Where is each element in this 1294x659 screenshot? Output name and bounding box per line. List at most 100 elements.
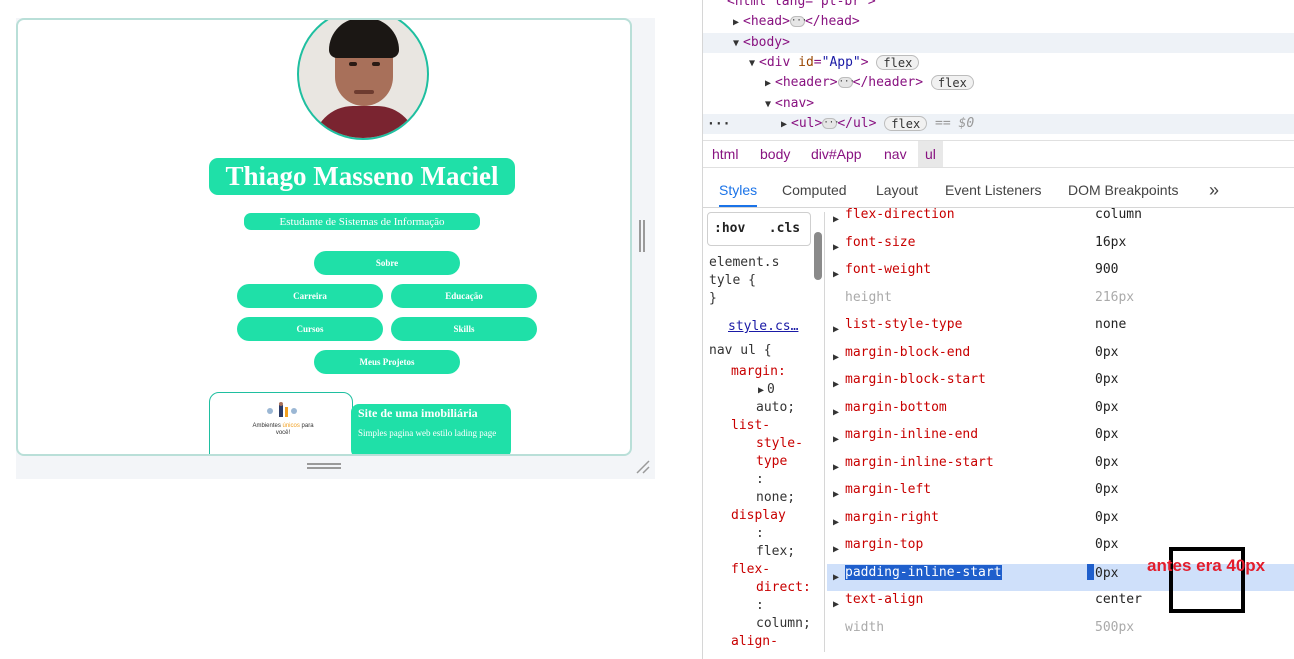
expanded-triangle-icon[interactable]: ▼ [761, 95, 775, 115]
nav-button-carreira[interactable]: Carreira [237, 284, 383, 308]
rule-line[interactable]: style- [756, 435, 803, 453]
expand-triangle-icon[interactable]: ▶ [833, 349, 839, 367]
computed-row-height[interactable]: height 216px [827, 289, 1294, 316]
expand-triangle-icon[interactable]: ▶ [833, 541, 839, 559]
computed-property-value: 0px [1095, 509, 1119, 525]
more-tabs-icon[interactable]: » [1209, 172, 1219, 207]
style-filter-toolbar: :hov .cls [707, 212, 811, 246]
tab-event-listeners[interactable]: Event Listeners [945, 172, 1042, 207]
breadcrumb-nav[interactable]: nav [884, 141, 907, 167]
div-tag: <div [759, 55, 791, 70]
photo-hair [329, 20, 399, 58]
tab-styles[interactable]: Styles [719, 172, 758, 207]
computed-row-list-style-type[interactable]: ▶ list-style-type none [827, 316, 1294, 343]
expanded-triangle-icon[interactable]: ▼ [729, 34, 743, 54]
computed-property-name: height [845, 289, 892, 305]
tab-layout[interactable]: Layout [876, 172, 918, 207]
rule-line[interactable]: column; [756, 615, 811, 633]
expand-triangle-icon[interactable]: ▶ [833, 239, 839, 257]
expand-triangle-icon[interactable]: ▶ [755, 382, 767, 400]
project-thumbnail[interactable]: Ambientes únicos para você! [209, 392, 353, 454]
rule-line[interactable]: flex- [731, 561, 770, 579]
expand-triangle-icon[interactable]: ▶ [833, 431, 839, 449]
dom-node-ul-selected[interactable]: ▶ <ul>···</ul> flex == $0 [703, 114, 1294, 134]
computed-row-width[interactable]: width 500px [827, 619, 1294, 646]
rule-line[interactable]: type [756, 453, 787, 471]
scrollbar-thumb[interactable] [814, 232, 822, 280]
breadcrumb-ul[interactable]: ul [918, 141, 943, 167]
computed-property-value: 0px [1095, 344, 1119, 360]
rule-line[interactable]: list- [731, 417, 770, 435]
nav-button-sobre[interactable]: Sobre [314, 251, 460, 275]
hov-toggle-button[interactable]: :hov [714, 221, 745, 236]
collapsed-triangle-icon[interactable]: ▶ [777, 115, 791, 135]
dom-node-header[interactable]: ▶ <header>···</header> flex [703, 73, 1294, 93]
div-attr-name: id [798, 55, 814, 70]
expand-triangle-icon[interactable]: ▶ [833, 376, 839, 394]
body-open-tag: <body> [743, 35, 790, 50]
computed-row-margin-left[interactable]: ▶ margin-left 0px [827, 481, 1294, 508]
dom-node-nav[interactable]: ▼ <nav> [703, 94, 1294, 114]
expand-triangle-icon[interactable]: ▶ [833, 569, 839, 587]
rule-line[interactable]: margin: [731, 363, 786, 381]
dom-node-div-app[interactable]: ▼ <div id="App"> flex [703, 53, 1294, 73]
rule-selector[interactable]: nav ul { [709, 342, 772, 360]
flex-badge[interactable]: flex [884, 116, 928, 131]
ellipsis-badge[interactable]: ··· [837, 77, 855, 88]
element-style-line[interactable]: element.s [709, 254, 779, 272]
resize-corner-icon[interactable] [635, 459, 651, 475]
dom-node-html[interactable]: <html lang="pt-br"> [703, 0, 1294, 12]
expand-triangle-icon[interactable]: ▶ [833, 266, 839, 284]
expand-triangle-icon[interactable]: ▶ [833, 211, 839, 229]
stylesheet-link[interactable]: style.cs… [728, 318, 798, 336]
nav-button-educacao[interactable]: Educação [391, 284, 537, 308]
breadcrumb-div-app[interactable]: div#App [811, 141, 862, 167]
expand-triangle-icon[interactable]: ▶ [833, 514, 839, 532]
computed-row-margin-right[interactable]: ▶ margin-right 0px [827, 509, 1294, 536]
ellipsis-badge[interactable]: ··· [822, 118, 840, 129]
computed-row-margin-block-end[interactable]: ▶ margin-block-end 0px [827, 344, 1294, 371]
rule-line[interactable]: ▶ 0 [755, 381, 775, 400]
expand-triangle-icon[interactable]: ▶ [833, 404, 839, 422]
viewport-width-resize-handle[interactable] [638, 220, 646, 252]
flex-badge[interactable]: flex [876, 55, 920, 70]
computed-row-margin-inline-end[interactable]: ▶ margin-inline-end 0px [827, 426, 1294, 453]
computed-row-font-size[interactable]: ▶ font-size 16px [827, 234, 1294, 261]
expand-triangle-icon[interactable]: ▶ [833, 486, 839, 504]
nav-button-skills[interactable]: Skills [391, 317, 537, 341]
rule-line[interactable]: display [731, 507, 786, 525]
rule-line[interactable]: align- [731, 633, 778, 651]
annotation-text: antes era 40px [1147, 556, 1266, 575]
computed-row-font-weight[interactable]: ▶ font-weight 900 [827, 261, 1294, 288]
expand-triangle-icon[interactable]: ▶ [833, 596, 839, 614]
rule-line[interactable]: auto; [756, 399, 795, 417]
computed-row-flex-direction[interactable]: ▶ flex-direction column [827, 206, 1294, 233]
styles-scrollbar[interactable] [811, 212, 825, 652]
ellipsis-badge[interactable]: ··· [789, 16, 807, 27]
viewport-height-resize-handle[interactable] [307, 462, 341, 470]
collapsed-triangle-icon[interactable]: ▶ [729, 13, 743, 33]
flex-badge[interactable]: flex [930, 75, 974, 90]
dom-node-head[interactable]: ▶ <head>···</head> [703, 12, 1294, 32]
computed-row-margin-block-start[interactable]: ▶ margin-block-start 0px [827, 371, 1294, 398]
breadcrumb-html[interactable]: html [712, 141, 738, 167]
more-options-icon[interactable]: ··· [707, 117, 730, 132]
rule-line[interactable]: none; [756, 489, 795, 507]
tab-dom-breakpoints[interactable]: DOM Breakpoints [1068, 172, 1178, 207]
rule-line[interactable]: direct: [756, 579, 811, 597]
expand-triangle-icon[interactable]: ▶ [833, 321, 839, 339]
cls-toggle-button[interactable]: .cls [769, 221, 800, 236]
element-style-line[interactable]: tyle { [709, 272, 756, 290]
nav-button-cursos[interactable]: Cursos [237, 317, 383, 341]
device-viewport: Thiago Masseno Maciel Estudante de Siste… [16, 18, 655, 479]
nav-button-meus-projetos[interactable]: Meus Projetos [314, 350, 460, 374]
dom-node-body[interactable]: ▼ <body> [703, 33, 1294, 53]
computed-row-margin-bottom[interactable]: ▶ margin-bottom 0px [827, 399, 1294, 426]
expand-triangle-icon[interactable]: ▶ [833, 459, 839, 477]
rule-line[interactable]: flex; [756, 543, 795, 561]
tab-computed[interactable]: Computed [782, 172, 847, 207]
collapsed-triangle-icon[interactable]: ▶ [761, 74, 775, 94]
computed-row-margin-inline-start[interactable]: ▶ margin-inline-start 0px [827, 454, 1294, 481]
breadcrumb-body[interactable]: body [760, 141, 790, 167]
expanded-triangle-icon[interactable]: ▼ [745, 54, 759, 74]
